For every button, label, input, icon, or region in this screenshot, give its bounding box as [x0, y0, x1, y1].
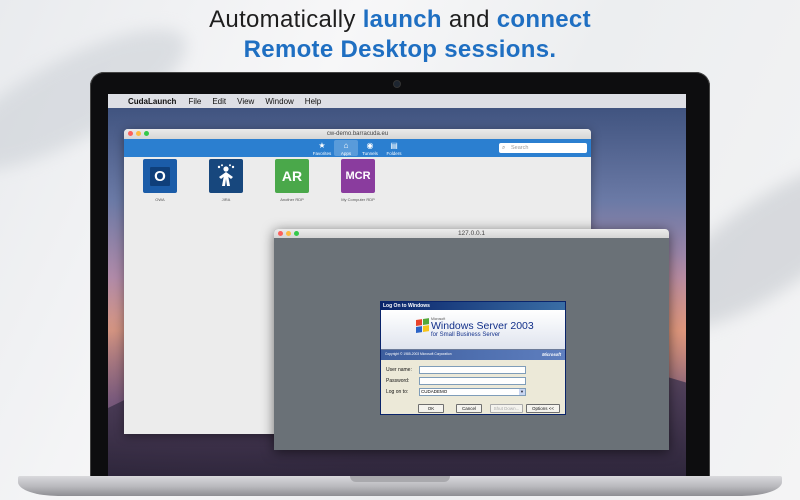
search-input[interactable]: ⌕ Search	[499, 143, 587, 153]
minimize-button[interactable]	[286, 231, 291, 236]
product-name: Windows Server 2003	[431, 320, 534, 332]
window-controls	[128, 131, 149, 136]
shut-down-button: Shut Down...	[490, 404, 523, 413]
headline-emphasis-connect: connect	[496, 6, 591, 33]
menu-edit[interactable]: Edit	[212, 97, 226, 106]
app-jira[interactable]: JIRA	[200, 159, 252, 202]
laptop-screen: CudaLaunch File Edit View Window Help cw…	[108, 94, 686, 476]
logon-to-value: CUDADEMO	[421, 389, 448, 394]
app-another-rdp[interactable]: AR Another RDP	[266, 159, 318, 202]
mac-menubar: CudaLaunch File Edit View Window Help	[108, 94, 686, 108]
headline-emphasis-rdp: Remote Desktop sessions.	[243, 36, 557, 63]
options-button[interactable]: Options <<	[526, 404, 560, 413]
tab-label: Apps	[340, 151, 352, 156]
apps-icon: ⌂	[343, 141, 349, 150]
jira-figure-icon	[217, 164, 235, 186]
ok-button[interactable]: OK	[418, 404, 444, 413]
headline-line-2: Remote Desktop sessions.	[0, 36, 800, 64]
app-owa[interactable]: O OWA	[134, 159, 186, 202]
my-computer-rdp-icon: MCR	[341, 159, 375, 193]
headline-text: Automatically	[209, 6, 363, 33]
tab-tunnels[interactable]: ◉ Tunnels	[358, 140, 382, 156]
window-titlebar[interactable]: cw-demo.barracuda.eu	[124, 129, 591, 139]
star-icon: ★	[318, 141, 326, 150]
minimize-button[interactable]	[136, 131, 141, 136]
copyright-text: Copyright © 1985-2003 Microsoft Corporat…	[385, 352, 452, 356]
logon-form: User name: Password: Log on to: CUDADEMO…	[381, 360, 565, 414]
laptop-notch	[350, 476, 450, 482]
window-title: cw-demo.barracuda.eu	[326, 131, 389, 137]
windows-flag-icon	[416, 318, 430, 333]
menu-window[interactable]: Window	[265, 97, 293, 106]
tab-folders[interactable]: ▤ Folders	[382, 140, 406, 156]
app-toolbar: ★ Favorites ⌂ Apps ◉ Tunnels ▤ Folders ⌕…	[124, 139, 591, 157]
search-icon: ⌕	[502, 145, 506, 151]
headline-line-1: Automatically launch and connect	[0, 6, 800, 34]
close-button[interactable]	[278, 231, 283, 236]
zoom-button[interactable]	[294, 231, 299, 236]
folders-icon: ▤	[390, 141, 398, 150]
jira-icon	[209, 159, 243, 193]
app-label: My Computer RDP	[341, 197, 375, 202]
tab-label: Folders	[386, 151, 402, 156]
window-titlebar[interactable]: 127.0.0.1	[274, 229, 669, 238]
close-button[interactable]	[128, 131, 133, 136]
headline-emphasis-launch: launch	[362, 6, 442, 33]
outlook-icon: O	[143, 159, 177, 193]
camera-icon	[393, 80, 401, 88]
another-rdp-icon: AR	[275, 159, 309, 193]
username-label: User name:	[386, 367, 412, 373]
app-label: Another RDP	[280, 197, 304, 202]
menu-app-name[interactable]: CudaLaunch	[128, 97, 176, 106]
tab-label: Tunnels	[362, 151, 378, 156]
username-field[interactable]	[419, 366, 526, 374]
cancel-button[interactable]: Cancel	[456, 404, 482, 413]
tab-label: Favorites	[312, 151, 332, 156]
windows-banner: Microsoft Windows Server 2003 for Small …	[381, 310, 565, 350]
copyright-strip: Copyright © 1985-2003 Microsoft Corporat…	[381, 350, 565, 360]
zoom-button[interactable]	[144, 131, 149, 136]
app-label: JIRA	[221, 197, 231, 202]
password-label: Password:	[386, 378, 410, 384]
headline-text: and	[441, 6, 497, 33]
password-field[interactable]	[419, 377, 526, 385]
chevron-down-icon[interactable]: ▼	[519, 389, 525, 395]
app-my-computer-rdp[interactable]: MCR My Computer RDP	[332, 159, 384, 202]
product-edition: for Small Business Server	[431, 332, 501, 338]
logon-to-select[interactable]: CUDADEMO ▼	[419, 388, 526, 396]
tunnels-icon: ◉	[366, 141, 374, 150]
menu-help[interactable]: Help	[305, 97, 321, 106]
dialog-caption: Log On to Windows	[381, 302, 565, 310]
windows-logon-dialog: Log On to Windows Microsoft Windows Serv…	[380, 301, 566, 415]
search-placeholder: Search	[511, 145, 529, 151]
logon-to-label: Log on to:	[386, 389, 409, 395]
tab-apps[interactable]: ⌂ Apps	[334, 140, 358, 156]
microsoft-logo: Microsoft	[542, 352, 561, 357]
window-controls	[278, 231, 299, 236]
window-title: 127.0.0.1	[457, 230, 486, 237]
rdp-session-window: 127.0.0.1 Log On to Windows Microsoft Wi…	[274, 229, 669, 450]
menu-view[interactable]: View	[237, 97, 254, 106]
app-label: OWA	[155, 197, 165, 202]
menu-file[interactable]: File	[188, 97, 201, 106]
tile-text: O	[150, 166, 170, 186]
tab-favorites[interactable]: ★ Favorites	[310, 140, 334, 156]
